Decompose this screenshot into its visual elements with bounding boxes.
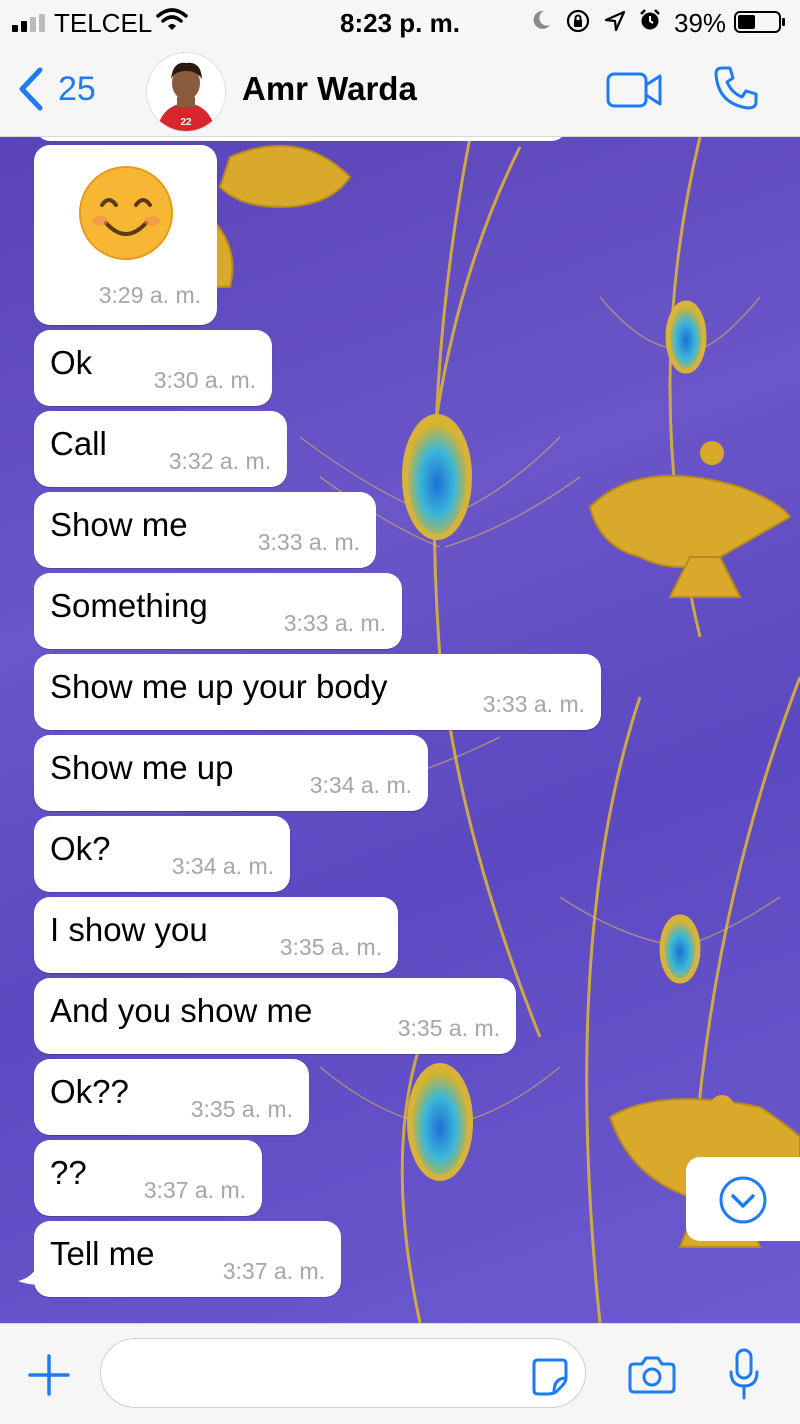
message-time: 3:30 a. m. bbox=[153, 367, 256, 393]
message-text: And you show me bbox=[50, 992, 313, 1029]
message-time: 3:32 a. m. bbox=[168, 448, 271, 474]
message-text: Something bbox=[50, 587, 208, 624]
message-text: Show me bbox=[50, 506, 188, 543]
message-time: 3:33 a. m. bbox=[257, 529, 360, 555]
message-input[interactable] bbox=[100, 1338, 586, 1408]
message-text: Show me up your body bbox=[50, 668, 388, 705]
back-button-unread-count[interactable]: 25 bbox=[58, 70, 96, 109]
message-bubble[interactable]: Something 3:33 a. m. bbox=[34, 573, 402, 649]
avatar[interactable]: 22 bbox=[146, 52, 226, 132]
rotation-lock-icon bbox=[566, 9, 590, 33]
chat-area[interactable]: 3:29 a. m. Ok 3:30 a. m. Call 3:32 a. m.… bbox=[0, 137, 800, 1323]
message-time: 3:35 a. m. bbox=[279, 934, 382, 960]
smiling-face-emoji-icon bbox=[79, 166, 173, 260]
message-bubble[interactable]: And you show me 3:35 a. m. bbox=[34, 978, 516, 1054]
battery-icon bbox=[734, 11, 785, 33]
message-bubble[interactable]: Ok 3:30 a. m. bbox=[34, 330, 272, 406]
sticker-icon[interactable] bbox=[530, 1356, 570, 1396]
avatar-jersey-number: 22 bbox=[180, 117, 192, 128]
chat-header: 25 22 Amr Warda bbox=[0, 44, 800, 137]
contact-name[interactable]: Amr Warda bbox=[242, 70, 417, 108]
message-bubble[interactable]: Show me 3:33 a. m. bbox=[34, 492, 376, 568]
wifi-icon bbox=[156, 8, 188, 30]
scroll-to-bottom-button[interactable] bbox=[686, 1157, 800, 1241]
message-bubble[interactable]: I show you 3:35 a. m. bbox=[34, 897, 398, 973]
message-text: ?? bbox=[50, 1154, 87, 1191]
video-call-icon[interactable] bbox=[606, 70, 664, 110]
message-time: 3:37 a. m. bbox=[222, 1258, 325, 1284]
message-bubble[interactable]: ?? 3:37 a. m. bbox=[34, 1140, 262, 1216]
message-time: 3:37 a. m. bbox=[143, 1177, 246, 1203]
message-time: 3:35 a. m. bbox=[397, 1015, 500, 1041]
microphone-icon[interactable] bbox=[728, 1348, 760, 1400]
status-bar: TELCEL 8:23 p. m. 39% bbox=[0, 0, 800, 44]
message-composer bbox=[0, 1323, 800, 1424]
message-time: 3:29 a. m. bbox=[98, 282, 201, 308]
location-icon bbox=[604, 10, 626, 32]
message-text: Ok bbox=[50, 344, 93, 381]
camera-icon[interactable] bbox=[628, 1354, 676, 1394]
chevron-down-circle-icon bbox=[719, 1176, 767, 1224]
message-text: Show me up bbox=[50, 749, 234, 786]
message-text: Call bbox=[50, 425, 107, 462]
message-bubble[interactable]: Call 3:32 a. m. bbox=[34, 411, 287, 487]
message-time: 3:34 a. m. bbox=[171, 853, 274, 879]
signal-icon bbox=[12, 14, 48, 32]
clock: 8:23 p. m. bbox=[340, 8, 460, 38]
message-text: Tell me bbox=[50, 1235, 155, 1272]
message-text: Ok?? bbox=[50, 1073, 129, 1110]
message-bubble[interactable]: Ok?? 3:35 a. m. bbox=[34, 1059, 309, 1135]
message-time: 3:34 a. m. bbox=[309, 772, 412, 798]
message-bubble-emoji[interactable]: 3:29 a. m. bbox=[34, 145, 217, 325]
battery-percent: 39% bbox=[674, 8, 727, 38]
message-bubble[interactable]: Show me up your body 3:33 a. m. bbox=[34, 654, 601, 730]
previous-message-edge bbox=[36, 137, 566, 141]
message-text: I show you bbox=[50, 911, 208, 948]
moon-icon bbox=[533, 10, 550, 29]
plus-icon[interactable] bbox=[28, 1354, 70, 1396]
alarm-icon bbox=[640, 9, 660, 30]
carrier-name: TELCEL bbox=[54, 8, 153, 38]
message-time: 3:35 a. m. bbox=[190, 1096, 293, 1122]
phone-call-icon[interactable] bbox=[712, 64, 760, 112]
message-time: 3:33 a. m. bbox=[482, 691, 585, 717]
message-bubble[interactable]: Show me up 3:34 a. m. bbox=[34, 735, 428, 811]
message-bubble-last[interactable]: Tell me 3:37 a. m. bbox=[34, 1221, 341, 1297]
back-chevron-icon[interactable] bbox=[16, 66, 44, 112]
message-text: Ok? bbox=[50, 830, 111, 867]
message-time: 3:33 a. m. bbox=[283, 610, 386, 636]
message-bubble[interactable]: Ok? 3:34 a. m. bbox=[34, 816, 290, 892]
